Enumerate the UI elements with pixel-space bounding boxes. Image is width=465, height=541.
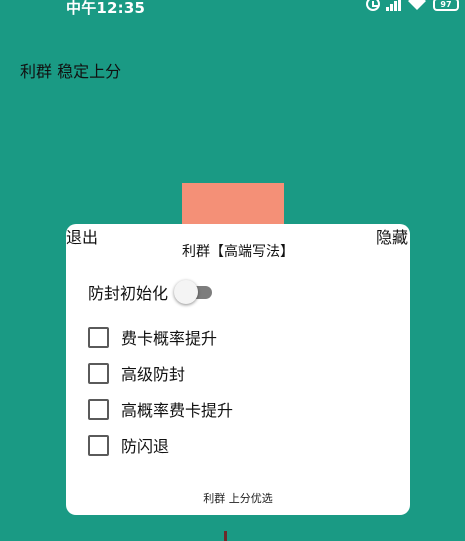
status-time: 中午12:35 — [66, 0, 146, 17]
toggle-thumb[interactable] — [174, 280, 199, 304]
battery-icon: 97 — [433, 0, 459, 11]
checkbox[interactable] — [88, 326, 109, 348]
status-bar: 中午12:35 97 — [0, 0, 465, 18]
init-protection-toggle[interactable] — [174, 280, 214, 304]
option-label: 高级防封 — [121, 365, 186, 384]
battery-level: 97 — [440, 0, 452, 9]
dialog-footer: 利群 上分优选 — [203, 492, 273, 505]
checkbox[interactable] — [88, 398, 109, 420]
option-card-rate[interactable]: 费卡概率提升 — [88, 319, 233, 355]
accent-block — [182, 183, 284, 228]
checkbox[interactable] — [88, 362, 109, 384]
option-list: 费卡概率提升 高级防封 高概率费卡提升 防闪退 — [88, 319, 233, 463]
toggle-label: 防封初始化 — [88, 284, 169, 303]
option-label: 费卡概率提升 — [121, 329, 218, 348]
wifi-icon — [408, 0, 426, 10]
option-anti-crash[interactable]: 防闪退 — [88, 427, 233, 463]
option-label: 防闪退 — [121, 437, 170, 456]
toggle-row: 防封初始化 — [88, 280, 214, 304]
alarm-icon — [366, 0, 380, 11]
option-advanced-protection[interactable]: 高级防封 — [88, 355, 233, 391]
signal-icon — [386, 0, 401, 11]
app-title: 利群 稳定上分 — [20, 62, 122, 81]
bottom-edge-mark — [224, 531, 227, 541]
dialog-title: 利群【高端写法】 — [182, 244, 294, 260]
option-label: 高概率费卡提升 — [121, 401, 234, 420]
status-icons: 97 — [366, 0, 459, 11]
checkbox[interactable] — [88, 434, 109, 456]
menu-dialog: 退出 隐藏 利群【高端写法】 防封初始化 费卡概率提升 高级防封 高概率费卡提升… — [66, 224, 410, 515]
option-high-card-rate[interactable]: 高概率费卡提升 — [88, 391, 233, 427]
